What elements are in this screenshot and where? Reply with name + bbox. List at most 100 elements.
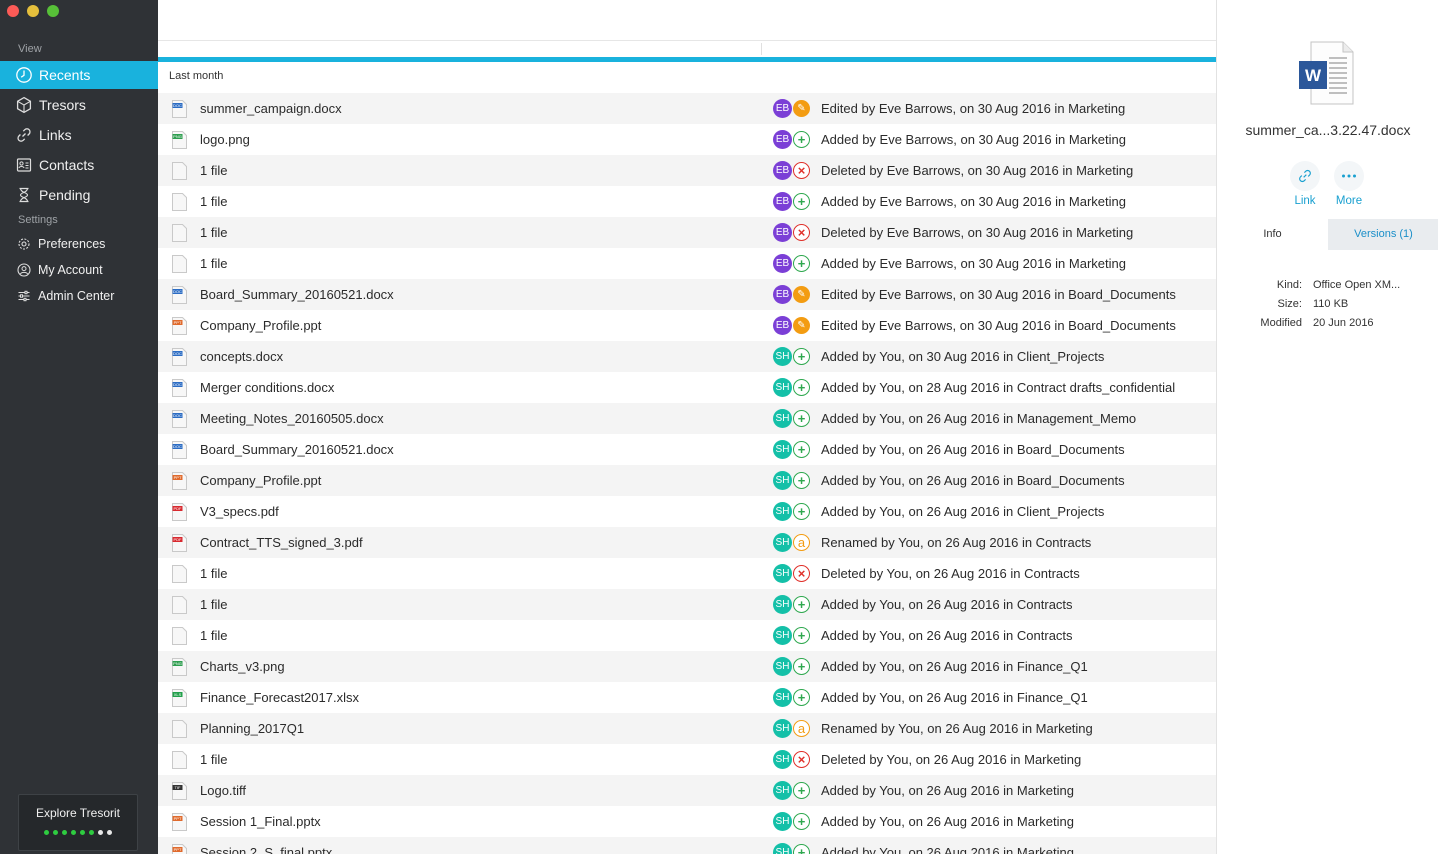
sidebar-item-label: Recents: [39, 67, 91, 83]
more-button[interactable]: More: [1324, 161, 1374, 207]
sidebar-item-recents[interactable]: Recents: [0, 61, 158, 89]
file-name: 1 file: [200, 194, 228, 209]
progress-dot: [98, 830, 103, 835]
activity-row[interactable]: 1 file SH + Added by You, on 26 Aug 2016 in…: [158, 589, 1216, 620]
docx-file-icon: DOC: [172, 348, 187, 366]
details-panel: W summer_ca...3.22.47.docx Link More Inf…: [1216, 0, 1438, 854]
close-window-button[interactable]: [7, 5, 19, 17]
user-circle-icon: [17, 263, 31, 277]
activity-row[interactable]: XLS Finance_Forecast2017.xlsx SH + Added by …: [158, 682, 1216, 713]
activity-list: DOC summer_campaign.docx EB ✎ Edited by Eve …: [158, 93, 1216, 854]
activity-row[interactable]: DOC summer_campaign.docx EB ✎ Edited by Eve …: [158, 93, 1216, 124]
modified-label: Modified: [1260, 317, 1302, 329]
png-file-icon: PNG: [172, 131, 187, 149]
file-name: Logo.tiff: [200, 783, 247, 798]
ppt-file-icon: PPT: [172, 813, 187, 831]
zoom-window-button[interactable]: [47, 5, 59, 17]
activity-row[interactable]: TIF Logo.tiff SH + Added by You, on 26 Aug 2…: [158, 775, 1216, 806]
user-avatar: SH: [773, 657, 792, 676]
rename-icon: a: [793, 720, 810, 737]
address-book-icon: [15, 156, 33, 174]
svg-text:DOC: DOC: [173, 289, 182, 294]
sidebar-item-links[interactable]: Links: [0, 121, 158, 149]
activity-row[interactable]: 1 file EB + Added by Eve Barrows, on 30 Aug…: [158, 248, 1216, 279]
file-name: summer_campaign.docx: [200, 101, 342, 116]
file-name: Finance_Forecast2017.xlsx: [200, 690, 359, 705]
blank-file-icon: [172, 596, 187, 614]
file-name: Planning_2017Q1: [200, 721, 305, 736]
sidebar-item-my-account[interactable]: My Account: [0, 258, 158, 282]
svg-text:PPT: PPT: [174, 320, 182, 325]
tab-info[interactable]: Info: [1217, 219, 1328, 250]
activity-row[interactable]: 1 file EB × Deleted by Eve Barrows, on 30 A…: [158, 155, 1216, 186]
activity-row[interactable]: 1 file EB × Deleted by Eve Barrows, on 30 A…: [158, 217, 1216, 248]
sidebar-item-label: Links: [39, 127, 72, 143]
svg-text:DOC: DOC: [173, 413, 182, 418]
user-avatar: EB: [773, 285, 792, 304]
activity-row[interactable]: 1 file SH + Added by You, on 26 Aug 2016 in…: [158, 620, 1216, 651]
progress-dot: [71, 830, 76, 835]
user-avatar: SH: [773, 471, 792, 490]
add-icon: +: [793, 379, 810, 396]
activity-row[interactable]: PNG Charts_v3.png SH + Added by You, on 26 A…: [158, 651, 1216, 682]
column-divider[interactable]: [761, 43, 762, 55]
rename-icon: a: [793, 534, 810, 551]
add-icon: +: [793, 193, 810, 210]
explore-tresorit-button[interactable]: Explore Tresorit: [18, 794, 138, 851]
activity-row[interactable]: Planning_2017Q1 SH a Renamed by You, on 26 …: [158, 713, 1216, 744]
activity-row[interactable]: PDF Contract_TTS_signed_3.pdf SH a Renamed b…: [158, 527, 1216, 558]
add-icon: +: [793, 658, 810, 675]
file-name: Board_Summary_20160521.docx: [200, 287, 394, 302]
activity-row[interactable]: 1 file SH × Deleted by You, on 26 Aug 2016 …: [158, 558, 1216, 589]
activity-row[interactable]: PPT Session 2_S_final.pptx SH + Added by You…: [158, 837, 1216, 854]
activity-row[interactable]: PPT Company_Profile.ppt EB ✎ Edited by Eve B…: [158, 310, 1216, 341]
explore-progress-dots: [19, 830, 137, 835]
hourglass-icon: [15, 186, 33, 204]
minimize-window-button[interactable]: [27, 5, 39, 17]
activity-description: Added by Eve Barrows, on 30 Aug 2016 in …: [821, 256, 1126, 271]
link-button[interactable]: Link: [1280, 161, 1330, 207]
file-name: Company_Profile.ppt: [200, 473, 322, 488]
user-avatar: SH: [773, 781, 792, 800]
activity-row[interactable]: PPT Company_Profile.ppt SH + Added by You, o…: [158, 465, 1216, 496]
activity-row[interactable]: DOC Board_Summary_20160521.docx SH + Added b…: [158, 434, 1216, 465]
column-header: [158, 41, 1216, 57]
hexagon-icon: [15, 96, 33, 114]
file-name: Merger conditions.docx: [200, 380, 335, 395]
activity-description: Added by You, on 26 Aug 2016 in Board_Do…: [821, 473, 1125, 488]
tab-versions[interactable]: Versions (1): [1328, 219, 1438, 250]
file-name: 1 file: [200, 752, 228, 767]
sidebar-item-label: Preferences: [38, 237, 106, 251]
explore-tresorit-label: Explore Tresorit: [35, 806, 121, 820]
activity-description: Added by You, on 26 Aug 2016 in Finance_…: [821, 659, 1088, 674]
user-avatar: SH: [773, 533, 792, 552]
activity-row[interactable]: 1 file EB + Added by Eve Barrows, on 30 Aug…: [158, 186, 1216, 217]
activity-description: Added by You, on 26 Aug 2016 in Contract…: [821, 628, 1073, 643]
activity-row[interactable]: DOC Board_Summary_20160521.docx EB ✎ Edited …: [158, 279, 1216, 310]
kind-label: Kind:: [1276, 279, 1302, 291]
sidebar-item-tresors[interactable]: Tresors: [0, 91, 158, 119]
activity-row[interactable]: PPT Session 1_Final.pptx SH + Added by You, …: [158, 806, 1216, 837]
sliders-icon: [17, 289, 31, 303]
sidebar-item-preferences[interactable]: Preferences: [0, 232, 158, 256]
xlsx-file-icon: XLS: [172, 689, 187, 707]
file-name: 1 file: [200, 163, 228, 178]
docx-file-icon: DOC: [172, 441, 187, 459]
file-name: 1 file: [200, 256, 228, 271]
blank-file-icon: [172, 720, 187, 738]
pencil-icon: ✎: [793, 286, 810, 303]
activity-row[interactable]: PNG logo.png EB + Added by Eve Barrows, on 3…: [158, 124, 1216, 155]
file-name: concepts.docx: [200, 349, 284, 364]
file-name: 1 file: [200, 566, 228, 581]
activity-row[interactable]: DOC Merger conditions.docx SH + Added by You…: [158, 372, 1216, 403]
activity-description: Edited by Eve Barrows, on 30 Aug 2016 in…: [821, 287, 1176, 302]
sidebar-item-pending[interactable]: Pending: [0, 181, 158, 209]
activity-row[interactable]: PDF V3_specs.pdf SH + Added by You, on 26 Au…: [158, 496, 1216, 527]
file-name: 1 file: [200, 597, 228, 612]
activity-row[interactable]: 1 file SH × Deleted by You, on 26 Aug 2016 …: [158, 744, 1216, 775]
sidebar-item-contacts[interactable]: Contacts: [0, 151, 158, 179]
activity-row[interactable]: DOC Meeting_Notes_20160505.docx SH + Added b…: [158, 403, 1216, 434]
sidebar-item-admin-center[interactable]: Admin Center: [0, 284, 158, 308]
ppt-file-icon: PPT: [172, 472, 187, 490]
activity-row[interactable]: DOC concepts.docx SH + Added by You, on 30 A…: [158, 341, 1216, 372]
